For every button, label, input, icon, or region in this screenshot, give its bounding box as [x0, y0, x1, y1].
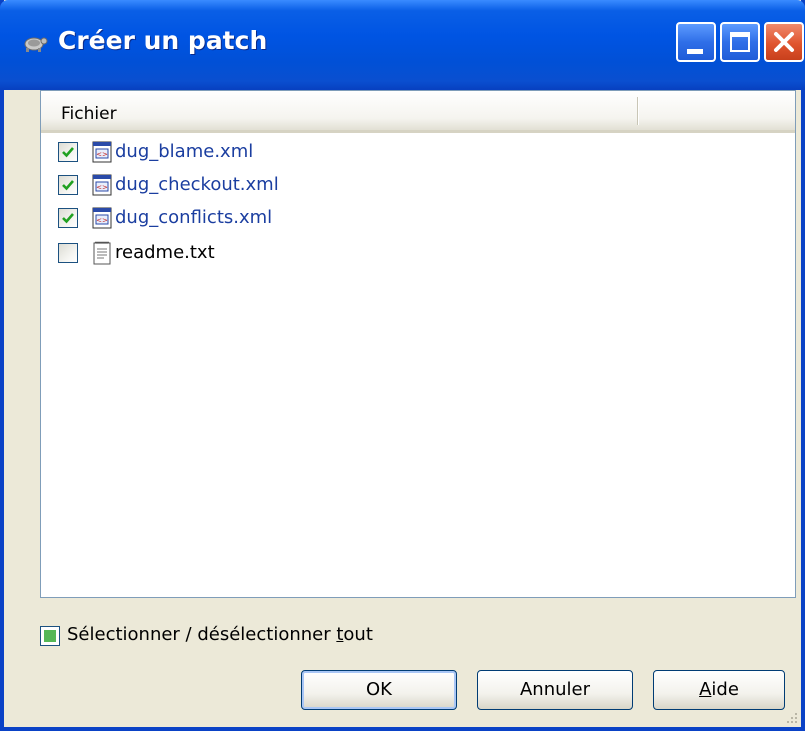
file-checkbox[interactable]: [58, 142, 78, 162]
xml-file-icon: <>: [92, 207, 112, 229]
resize-grip-icon[interactable]: [785, 711, 799, 725]
minimize-button[interactable]: [676, 22, 716, 62]
file-row[interactable]: <> dug_conflicts.xml: [58, 204, 758, 234]
maximize-icon: [730, 32, 750, 52]
file-row[interactable]: readme.txt: [58, 239, 758, 269]
tortoise-app-icon: [24, 37, 48, 52]
text-file-icon: [93, 241, 111, 265]
help-button-label: Aide: [699, 679, 739, 700]
list-header: Fichier: [41, 91, 795, 133]
window-title: Créer un patch: [58, 26, 268, 55]
file-row[interactable]: <> dug_checkout.xml: [58, 171, 758, 201]
close-button[interactable]: [764, 22, 804, 62]
xml-file-icon: <>: [92, 141, 112, 163]
column-separator[interactable]: [637, 97, 638, 125]
maximize-button[interactable]: [720, 22, 760, 62]
close-icon: [774, 32, 794, 52]
file-checkbox[interactable]: [58, 243, 78, 263]
file-name: dug_blame.xml: [115, 141, 254, 162]
file-name: dug_checkout.xml: [115, 174, 279, 195]
svg-text:<>: <>: [96, 184, 108, 192]
file-name: readme.txt: [115, 242, 215, 263]
create-patch-dialog: Créer un patch Fichier <> dug_blame.xml …: [0, 0, 805, 731]
check-icon: [62, 147, 74, 158]
ok-button[interactable]: OK: [301, 670, 457, 710]
minimize-icon: [687, 49, 703, 54]
file-checkbox[interactable]: [58, 175, 78, 195]
check-icon: [62, 213, 74, 224]
file-row[interactable]: <> dug_blame.xml: [58, 138, 758, 168]
file-list[interactable]: Fichier <> dug_blame.xml <> dug_checkout…: [40, 90, 796, 598]
file-name: dug_conflicts.xml: [115, 207, 273, 228]
select-all-label[interactable]: Sélectionner / désélectionner tout: [67, 624, 373, 645]
check-icon: [62, 180, 74, 191]
column-header-file[interactable]: Fichier: [61, 104, 117, 124]
xml-file-icon: <>: [92, 174, 112, 196]
select-all-checkbox[interactable]: [40, 626, 60, 646]
indeterminate-indicator: [44, 630, 56, 642]
svg-text:<>: <>: [96, 151, 108, 159]
select-all-toggle[interactable]: Sélectionner / désélectionner tout: [40, 623, 460, 651]
file-checkbox[interactable]: [58, 208, 78, 228]
cancel-button[interactable]: Annuler: [477, 670, 633, 710]
title-bar[interactable]: Créer un patch: [0, 0, 805, 90]
help-button[interactable]: Aide: [653, 670, 785, 710]
svg-text:<>: <>: [96, 217, 108, 225]
